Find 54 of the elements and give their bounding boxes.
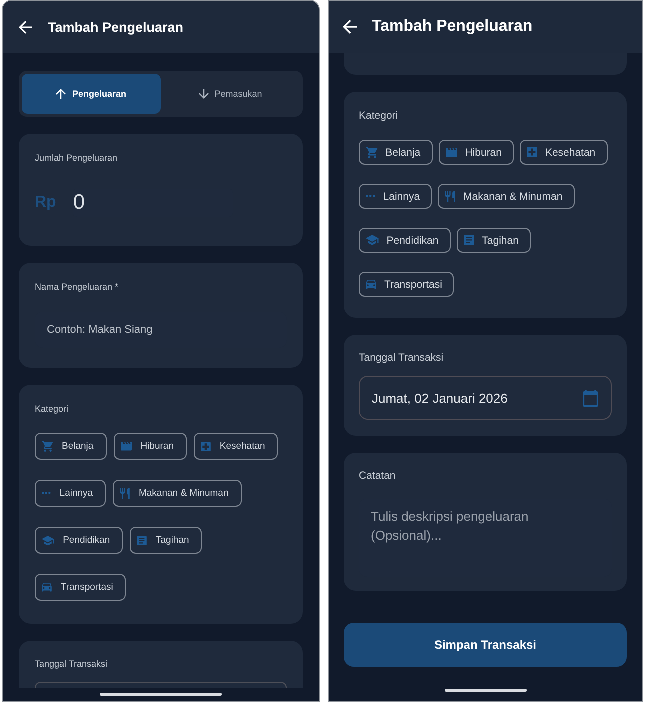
segment-tab[interactable]: Pemasukan [161,74,300,114]
category-chip[interactable]: Hiburan [438,140,514,165]
name-field[interactable]: Nama Pengeluaran * Contoh: Makan Siang [19,263,303,368]
date-field[interactable] [35,682,287,688]
car-icon [42,583,52,592]
notes-field[interactable]: Catatan Tulis deskripsi pengeluaran (Opsional)... [344,453,627,591]
car-icon [366,280,376,290]
save-button[interactable]: Simpan Transaksi [344,623,627,667]
category-chip[interactable]: Belanja [359,140,433,165]
medical-cross-icon [527,147,538,158]
down-arrow-icon [198,89,209,99]
category-chip[interactable]: Kesehatan [194,433,278,460]
dots-icon [42,492,51,495]
back-arrow-icon[interactable] [343,20,357,34]
calendar-icon [582,390,598,406]
screen-title: Tambah Pengeluaran [372,18,533,36]
screen-title: Tambah Pengeluaran [48,20,184,34]
field-label: Nama Pengeluaran * [35,281,119,293]
dots-icon [366,195,376,198]
back-arrow-icon[interactable] [19,20,32,34]
up-arrow-icon [56,89,66,99]
category-chip[interactable]: Pendidikan [35,527,124,554]
date-field[interactable]: Jumat, 02 Januari 2026 [359,376,612,420]
field-label: Kategori [359,110,398,122]
category-chip[interactable]: Transportasi [359,272,454,297]
fork-knife-icon [120,488,130,499]
currency-label: Rp [35,193,56,213]
field-label: Tanggal Transaksi [35,658,109,670]
category-chip[interactable]: Lainnya [359,184,432,209]
document-icon [137,536,147,546]
category-chip[interactable]: Belanja [35,433,107,460]
category-chip[interactable]: Kesehatan [520,140,608,165]
graduation-cap-icon [42,536,54,546]
category-chip[interactable]: Transportasi [35,574,126,601]
segment-tab[interactable]: Pengeluaran [22,74,161,114]
film-icon [120,442,132,451]
category-chip[interactable]: Tagihan [456,228,531,253]
field-label: Kategori [35,403,69,415]
category-chip[interactable]: Tagihan [130,527,202,554]
field-label: Tanggal Transaksi [359,352,445,364]
cart-icon [42,441,53,452]
graduation-cap-icon [366,235,379,246]
category-chip[interactable]: Lainnya [35,480,106,507]
medical-cross-icon [200,442,211,452]
film-icon [446,148,458,158]
document-icon [464,235,474,246]
cart-icon [366,146,378,158]
category-chip[interactable]: Makanan & Minuman [438,184,575,209]
fork-knife-icon [445,190,456,202]
category-chip[interactable]: Pendidikan [359,228,451,253]
field-label: Catatan [359,470,397,482]
category-chip[interactable]: Hiburan [114,433,187,460]
category-chip[interactable]: Makanan & Minuman [113,480,242,507]
field-label: Jumlah Pengeluaran [35,152,118,164]
